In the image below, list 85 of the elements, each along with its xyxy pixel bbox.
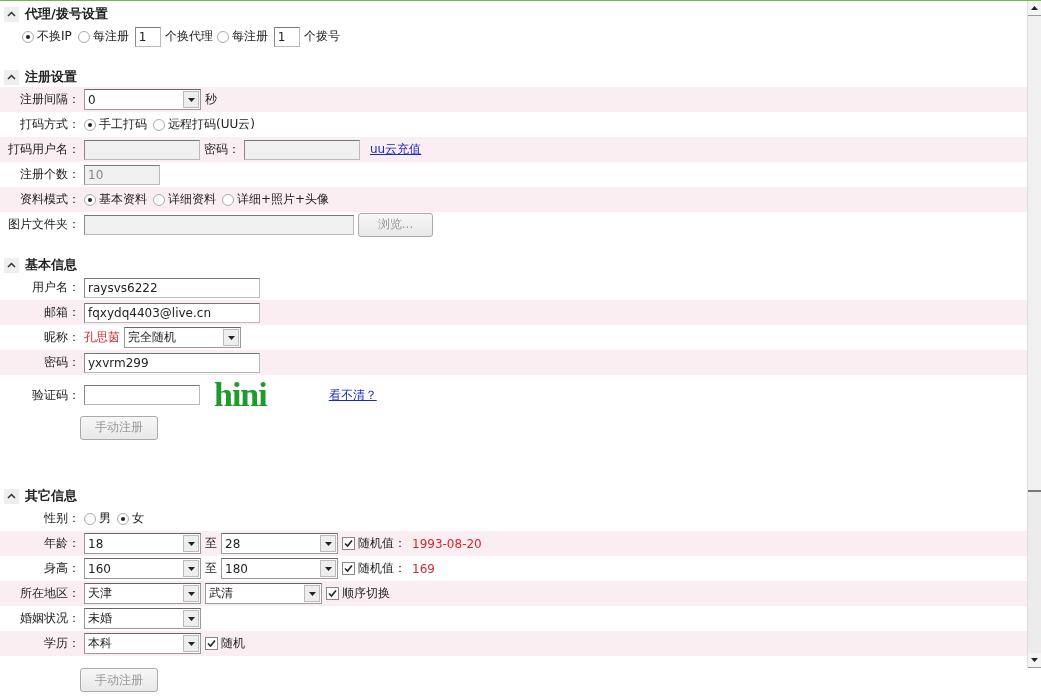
arrow-up-icon xyxy=(1031,6,1038,10)
dropdown-field[interactable]: 18 xyxy=(84,533,201,554)
caret-down-icon xyxy=(187,541,195,546)
collapse-toggle[interactable] xyxy=(4,488,19,504)
dropdown-field[interactable]: 天津 xyxy=(84,583,201,604)
field-label: 密码： xyxy=(204,141,240,158)
input-field[interactable] xyxy=(84,385,200,405)
collapse-toggle[interactable] xyxy=(4,257,19,273)
random-value: 169 xyxy=(412,561,435,576)
checkbox-option[interactable]: 随机值： xyxy=(342,560,406,577)
radio-option[interactable]: 每注册 xyxy=(216,28,268,45)
input-field[interactable]: 1 xyxy=(273,26,300,47)
radio-option[interactable]: 远程打码(UU云) xyxy=(153,116,255,133)
checkbox-option[interactable]: 随机 xyxy=(205,635,245,652)
field-label: 年龄： xyxy=(43,535,80,552)
text-link[interactable]: 看不清？ xyxy=(328,386,377,404)
field-label: 个换代理 xyxy=(164,28,213,45)
dropdown-field[interactable]: 未婚 xyxy=(84,608,201,629)
field-label: 秒 xyxy=(205,91,217,108)
field-label: 打码方式： xyxy=(19,116,80,133)
field-label: 个拨号 xyxy=(303,28,340,45)
caret-down-icon xyxy=(187,641,195,646)
caret-down-icon xyxy=(187,616,195,621)
text-link[interactable]: uu云充值 xyxy=(370,141,422,158)
radio-option[interactable]: 男 xyxy=(84,510,111,527)
radio-option[interactable]: 每注册 xyxy=(77,28,129,45)
dropdown-field[interactable]: 0 xyxy=(84,89,201,110)
radio-option[interactable]: 女 xyxy=(117,510,144,527)
radio-option[interactable]: 手工打码 xyxy=(84,116,147,133)
section-title: 基本信息 xyxy=(25,256,77,274)
input-field[interactable]: raysvs6222 xyxy=(84,277,260,298)
field-label: 婚姻状况： xyxy=(19,610,80,627)
chevron-up-icon xyxy=(7,11,16,17)
caret-down-icon xyxy=(187,591,195,596)
chevron-up-icon xyxy=(7,262,16,268)
dropdown-field[interactable]: 160 xyxy=(84,558,201,579)
radio-option[interactable]: 详细+照片+头像 xyxy=(222,191,330,208)
dropdown-field[interactable]: 28 xyxy=(221,533,338,554)
field-label: 至 xyxy=(205,560,217,577)
random-value: 1993-08-20 xyxy=(412,536,482,551)
caret-down-icon xyxy=(324,541,332,546)
checkbox-option[interactable]: 随机值： xyxy=(342,535,406,552)
field-label: 身高： xyxy=(43,560,80,577)
field-label: 学历： xyxy=(43,635,80,652)
dropdown-field[interactable]: 完全随机 xyxy=(124,327,241,348)
field-label: 验证码： xyxy=(31,386,80,404)
scrollbar[interactable] xyxy=(1027,1,1041,668)
caret-down-icon xyxy=(324,566,332,571)
scrollbar-thumb[interactable] xyxy=(1028,16,1041,492)
chevron-up-icon xyxy=(7,74,16,80)
field-label: 图片文件夹： xyxy=(7,216,80,233)
captcha-image: hini xyxy=(214,376,267,414)
field-label: 打码用户名： xyxy=(7,141,80,158)
field-label: 邮箱： xyxy=(43,304,80,321)
field-label: 昵称： xyxy=(43,329,80,346)
input-field[interactable]: fqxydq4403@live.cn xyxy=(84,302,260,323)
dropdown-field[interactable]: 武清 xyxy=(205,583,322,604)
checkbox-option[interactable]: 顺序切换 xyxy=(326,585,390,602)
random-value: 孔思茵 xyxy=(84,329,120,346)
radio-option[interactable]: 基本资料 xyxy=(84,191,147,208)
field-label: 性别： xyxy=(43,510,80,527)
caret-down-icon xyxy=(187,97,195,102)
field-label: 所在地区： xyxy=(19,585,80,602)
input-field[interactable]: 1 xyxy=(134,26,161,47)
collapse-toggle[interactable] xyxy=(4,69,19,85)
caret-down-icon xyxy=(227,335,235,340)
field-label: 至 xyxy=(205,535,217,552)
section-title: 代理/拨号设置 xyxy=(25,5,108,23)
section-title: 注册设置 xyxy=(25,68,77,86)
dropdown-field[interactable]: 180 xyxy=(221,558,338,579)
collapse-toggle[interactable] xyxy=(4,6,19,22)
caret-down-icon xyxy=(187,566,195,571)
field-label: 密码： xyxy=(43,354,80,371)
input-field[interactable]: yxvrm299 xyxy=(84,352,260,373)
field-label: 注册个数： xyxy=(19,166,80,183)
radio-option[interactable]: 详细资料 xyxy=(153,191,216,208)
field-label: 资料模式： xyxy=(19,191,80,208)
caret-down-icon xyxy=(1031,658,1038,662)
field-label: 注册间隔： xyxy=(19,91,80,108)
radio-option[interactable]: 不换IP xyxy=(22,28,72,45)
field-label: 用户名： xyxy=(31,279,80,296)
dropdown-field[interactable]: 本科 xyxy=(84,633,201,654)
section-title: 其它信息 xyxy=(25,487,77,505)
caret-down-icon xyxy=(308,591,316,596)
chevron-up-icon xyxy=(7,493,16,499)
